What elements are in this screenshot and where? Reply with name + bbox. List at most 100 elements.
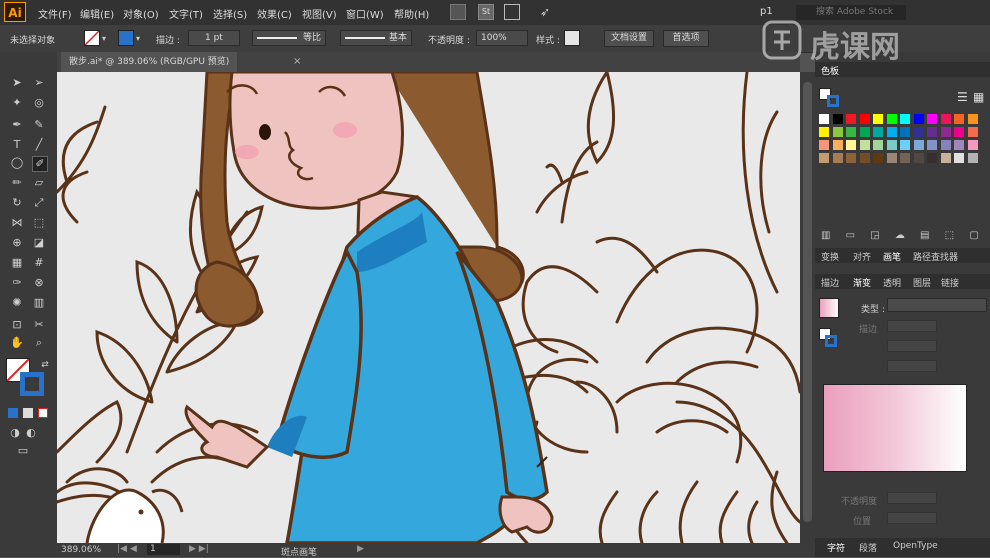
color-swatch[interactable]	[859, 114, 870, 124]
color-swatch[interactable]	[940, 127, 951, 137]
chevron-down-icon[interactable]: ▾	[102, 34, 106, 43]
color-swatch[interactable]	[900, 114, 910, 124]
shaper-tool-icon[interactable]: ✏	[10, 176, 24, 190]
draw-behind-icon[interactable]: ◐	[24, 426, 38, 440]
brush-definition[interactable]: 基本	[340, 30, 412, 46]
line-tool-icon[interactable]: ╱	[32, 138, 46, 152]
gradient-stroke-options[interactable]	[887, 320, 937, 332]
menu-effect[interactable]: 效果(C)	[257, 6, 292, 21]
color-swatch[interactable]	[886, 114, 897, 124]
menu-file[interactable]: 文件(F)	[38, 6, 72, 21]
tab-gradient[interactable]: 渐变	[853, 276, 871, 289]
arrange-documents-icon[interactable]	[504, 4, 520, 20]
preferences-button[interactable]: 首选项	[663, 30, 709, 47]
tab-paragraph[interactable]: 段落	[859, 541, 877, 554]
color-swatch[interactable]	[873, 127, 883, 137]
color-swatch[interactable]	[967, 127, 978, 137]
color-swatch[interactable]	[859, 140, 870, 150]
prev-artboard-icon[interactable]: |◀ ◀	[117, 544, 137, 554]
scale-tool-icon[interactable]: ⤢	[32, 196, 46, 210]
color-swatch[interactable]	[846, 153, 856, 163]
color-swatch[interactable]	[913, 127, 924, 137]
graphic-style-swatch[interactable]	[564, 30, 580, 46]
chevron-down-icon[interactable]: ▾	[136, 34, 140, 43]
color-swatch[interactable]	[832, 127, 843, 137]
hand-tool-icon[interactable]: ✋	[10, 336, 24, 350]
free-transform-icon[interactable]: ⬚	[32, 216, 46, 230]
tab-layers[interactable]: 图层	[913, 276, 931, 289]
type-tool-icon[interactable]: T	[10, 138, 24, 152]
color-swatch[interactable]	[873, 153, 883, 163]
ellipse-tool-icon[interactable]: ◯	[10, 156, 24, 170]
fill-none-swatch[interactable]	[84, 30, 100, 46]
status-menu-icon[interactable]: ▶	[357, 544, 364, 554]
color-swatch[interactable]	[832, 153, 843, 163]
color-swatch[interactable]	[832, 114, 843, 124]
curvature-tool-icon[interactable]: ✎	[32, 118, 46, 132]
color-swatch[interactable]	[954, 127, 964, 137]
gradient-angle-field[interactable]	[887, 340, 937, 352]
color-swatch[interactable]	[900, 140, 910, 150]
color-swatch[interactable]	[954, 114, 964, 124]
graph-tool-icon[interactable]: ▥	[32, 296, 46, 310]
color-swatch[interactable]	[927, 153, 937, 163]
color-swatch[interactable]	[940, 114, 951, 124]
width-tool-icon[interactable]: ⋈	[10, 216, 24, 230]
gradient-mode-button[interactable]	[23, 408, 33, 418]
stroke-color-swatch[interactable]	[118, 30, 134, 46]
workspace-switcher[interactable]: p1	[760, 6, 773, 17]
stroke-label[interactable]: 描边 :	[156, 33, 180, 46]
color-swatch[interactable]	[940, 153, 951, 163]
document-setup-button[interactable]: 文档设置	[604, 30, 654, 47]
artboard-tool-icon[interactable]: ⊡	[10, 318, 24, 332]
color-swatch[interactable]	[832, 140, 843, 150]
color-swatch[interactable]	[846, 140, 856, 150]
live-paint-icon[interactable]: ◪	[32, 236, 46, 250]
scroll-thumb[interactable]	[803, 82, 812, 522]
gradient-aspect-field[interactable]	[887, 360, 937, 372]
mesh-tool-icon[interactable]: #	[32, 256, 46, 270]
symbol-sprayer-icon[interactable]: ✺	[10, 296, 24, 310]
color-swatch[interactable]	[819, 127, 829, 137]
gradient-preview-area[interactable]	[823, 384, 967, 472]
color-swatch[interactable]	[819, 153, 829, 163]
stroke-swatch[interactable]	[825, 335, 837, 347]
artboard-number[interactable]: 1	[147, 544, 180, 555]
color-swatch[interactable]	[913, 114, 924, 124]
opacity-field[interactable]: 100%	[476, 30, 528, 46]
color-swatch[interactable]	[859, 127, 870, 137]
gradient-type-select[interactable]	[887, 298, 987, 312]
grid-view-icon[interactable]: ▦	[973, 90, 984, 104]
color-swatch[interactable]	[873, 140, 883, 150]
swap-colors-icon[interactable]: ⇄	[38, 358, 52, 372]
color-swatch[interactable]	[886, 153, 897, 163]
tab-stroke[interactable]: 描边	[821, 276, 839, 289]
stroke-weight-field[interactable]: 1 pt	[188, 30, 240, 46]
blob-brush-tool-icon[interactable]: ✐	[32, 156, 48, 172]
color-swatch[interactable]	[819, 114, 829, 124]
shape-builder-icon[interactable]: ⊕	[10, 236, 24, 250]
stroke-color-swatch[interactable]	[20, 372, 44, 396]
bridge-icon[interactable]	[450, 4, 466, 20]
color-swatch[interactable]	[940, 140, 951, 150]
menu-edit[interactable]: 编辑(E)	[80, 6, 114, 21]
magic-wand-icon[interactable]: ✦	[10, 96, 24, 110]
rotate-tool-icon[interactable]: ↻	[10, 196, 24, 210]
close-icon[interactable]: ×	[293, 56, 301, 67]
document-tab[interactable]: 散步.ai* @ 389.06% (RGB/GPU 预览)	[61, 52, 238, 72]
tab-links[interactable]: 链接	[941, 276, 959, 289]
gradient-opacity-field[interactable]	[887, 492, 937, 504]
gradient-preview-swatch[interactable]	[819, 298, 839, 318]
menu-select[interactable]: 选择(S)	[213, 6, 247, 21]
zoom-level[interactable]: 389.06%	[61, 545, 101, 555]
color-swatch[interactable]	[927, 114, 937, 124]
blend-tool-icon[interactable]: ⊗	[32, 276, 46, 290]
tab-character[interactable]: 字符	[827, 541, 845, 554]
lasso-icon[interactable]: ◎	[32, 96, 46, 110]
eraser-tool-icon[interactable]: ▱	[32, 176, 46, 190]
color-swatch[interactable]	[913, 140, 924, 150]
artboard-canvas[interactable]	[57, 72, 800, 543]
color-swatch[interactable]	[967, 153, 978, 163]
gradient-location-field[interactable]	[887, 512, 937, 524]
variable-width-profile[interactable]: 等比	[252, 30, 326, 46]
